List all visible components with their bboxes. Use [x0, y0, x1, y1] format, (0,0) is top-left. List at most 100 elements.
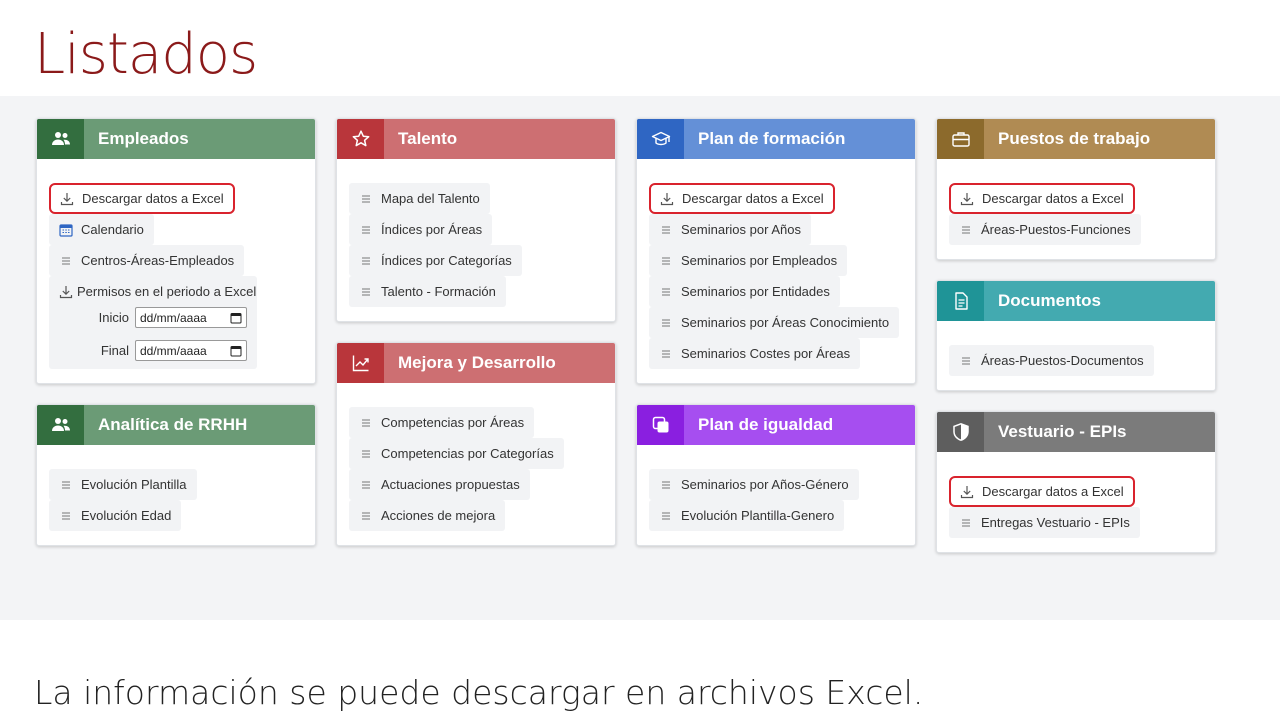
card-header-igualdad: Plan de igualdad — [637, 405, 915, 445]
list-item[interactable]: Competencias por Áreas — [349, 407, 535, 438]
card-title: Plan de igualdad — [698, 415, 834, 434]
list-item[interactable]: Índices por Categorías — [349, 245, 522, 276]
list-item[interactable]: Acciones de mejora — [349, 500, 506, 531]
item-label: Talento - Formación — [381, 284, 496, 299]
list-icon — [662, 287, 670, 296]
item-label: Seminarios por Áreas Conocimiento — [681, 315, 890, 330]
card-header-empleados: Empleados — [37, 119, 315, 159]
list-icon — [662, 349, 670, 358]
column-1: Empleados Descargar datos a Excel Calend… — [36, 118, 316, 566]
list-icon — [362, 418, 370, 427]
listados-panel: Empleados Descargar datos a Excel Calend… — [0, 96, 1280, 620]
download-excel-button[interactable]: Descargar datos a Excel — [949, 476, 1135, 507]
item-label: Seminarios por Años-Género — [681, 477, 849, 492]
list-item[interactable]: Mapa del Talento — [349, 183, 490, 214]
card-formacion: Plan de formación Descargar datos a Exce… — [636, 118, 916, 384]
list-item[interactable]: Seminarios por Empleados — [649, 245, 848, 276]
card-header-mejora: Mejora y Desarrollo — [337, 343, 615, 383]
card-igualdad: Plan de igualdad Seminarios por Años-Gén… — [636, 404, 916, 546]
column-4: Puestos de trabajo Descargar datos a Exc… — [936, 118, 1216, 573]
list-icon — [962, 518, 970, 527]
download-excel-button[interactable]: Descargar datos a Excel — [49, 183, 235, 214]
list-icon — [362, 256, 370, 265]
item-label: Descargar datos a Excel — [982, 191, 1124, 206]
card-body-mejora: Competencias por Áreas Competencias por … — [337, 383, 615, 545]
list-icon — [362, 287, 370, 296]
document-icon — [937, 281, 984, 321]
list-icon — [662, 480, 670, 489]
users-icon — [37, 405, 84, 445]
list-item[interactable]: Competencias por Categorías — [349, 438, 564, 469]
list-item[interactable]: Actuaciones propuestas — [349, 469, 530, 500]
item-label: Competencias por Áreas — [381, 415, 525, 430]
final-label: Final — [100, 343, 129, 358]
list-icon — [962, 225, 970, 234]
inicio-row: Inicio dd/mm/aaaa — [59, 307, 247, 328]
item-label: Evolución Edad — [81, 508, 172, 523]
list-icon — [62, 256, 70, 265]
inicio-label: Inicio — [98, 310, 129, 325]
item-label: Seminarios Costes por Áreas — [681, 346, 851, 361]
list-item[interactable]: Talento - Formación — [349, 276, 506, 307]
card-body-formacion: Descargar datos a Excel Seminarios por A… — [637, 159, 915, 383]
item-label: Áreas-Puestos-Funciones — [981, 222, 1131, 237]
card-title: Puestos de trabajo — [998, 129, 1151, 148]
calendar-icon — [59, 223, 73, 237]
slide-caption: La información se puede descargar en arc… — [34, 673, 924, 712]
card-header-documentos: Documentos — [937, 281, 1215, 321]
list-item[interactable]: Áreas-Puestos-Documentos — [949, 345, 1154, 376]
card-body-empleados: Descargar datos a Excel Calendario Centr… — [37, 159, 315, 383]
list-item[interactable]: Seminarios por Años-Género — [649, 469, 859, 500]
download-excel-button[interactable]: Descargar datos a Excel — [649, 183, 835, 214]
list-item[interactable]: Evolución Plantilla — [49, 469, 197, 500]
card-body-puestos: Descargar datos a Excel Áreas-Puestos-Fu… — [937, 159, 1215, 259]
item-label: Calendario — [81, 222, 144, 237]
date-placeholder: dd/mm/aaaa — [140, 343, 207, 358]
final-date-input[interactable]: dd/mm/aaaa — [135, 340, 247, 361]
list-item[interactable]: Centros-Áreas-Empleados — [49, 245, 245, 276]
list-item[interactable]: Áreas-Puestos-Funciones — [949, 214, 1141, 245]
list-icon — [362, 480, 370, 489]
star-icon — [337, 119, 384, 159]
download-excel-button[interactable]: Descargar datos a Excel — [949, 183, 1135, 214]
list-item[interactable]: Índices por Áreas — [349, 214, 493, 245]
column-2: Talento Mapa del Talento Índices por Áre… — [336, 118, 616, 566]
permisos-title: Permisos en el periodo a Excel — [77, 284, 257, 299]
card-header-talento: Talento — [337, 119, 615, 159]
item-label: Mapa del Talento — [381, 191, 480, 206]
list-item[interactable]: Seminarios Costes por Áreas — [649, 338, 861, 369]
list-item[interactable]: Seminarios por Entidades — [649, 276, 840, 307]
inicio-date-input[interactable]: dd/mm/aaaa — [135, 307, 247, 328]
list-item[interactable]: Seminarios por Áreas Conocimiento — [649, 307, 900, 338]
calendar-icon[interactable] — [230, 312, 242, 324]
item-label: Descargar datos a Excel — [982, 484, 1124, 499]
list-icon — [962, 356, 970, 365]
list-item[interactable]: Entregas Vestuario - EPIs — [949, 507, 1140, 538]
shield-icon — [937, 412, 984, 452]
list-item[interactable]: Seminarios por Años — [649, 214, 811, 245]
permisos-box: Permisos en el periodo a Excel Inicio dd… — [49, 276, 257, 369]
card-title: Empleados — [98, 129, 189, 148]
briefcase-icon — [937, 119, 984, 159]
card-title: Documentos — [998, 291, 1101, 310]
list-item[interactable]: Evolución Plantilla-Genero — [649, 500, 845, 531]
card-body-vestuario: Descargar datos a Excel Entregas Vestuar… — [937, 452, 1215, 552]
item-label: Seminarios por Empleados — [681, 253, 838, 268]
card-puestos: Puestos de trabajo Descargar datos a Exc… — [936, 118, 1216, 260]
card-talento: Talento Mapa del Talento Índices por Áre… — [336, 118, 616, 322]
item-label: Índices por Áreas — [381, 222, 483, 237]
item-label: Evolución Plantilla — [81, 477, 187, 492]
calendar-icon[interactable] — [230, 345, 242, 357]
card-body-analitica: Evolución Plantilla Evolución Edad — [37, 445, 315, 545]
card-analitica: Analítica de RRHH Evolución Plantilla Ev… — [36, 404, 316, 546]
column-3: Plan de formación Descargar datos a Exce… — [636, 118, 916, 566]
card-title: Analítica de RRHH — [98, 415, 248, 434]
list-item[interactable]: Evolución Edad — [49, 500, 182, 531]
item-label: Áreas-Puestos-Documentos — [981, 353, 1144, 368]
item-label: Centros-Áreas-Empleados — [81, 253, 235, 268]
permisos-download-link[interactable]: Permisos en el periodo a Excel — [59, 284, 256, 299]
calendar-link[interactable]: Calendario — [49, 214, 154, 245]
item-label: Evolución Plantilla-Genero — [681, 508, 835, 523]
download-icon — [960, 192, 974, 205]
item-label: Actuaciones propuestas — [381, 477, 520, 492]
